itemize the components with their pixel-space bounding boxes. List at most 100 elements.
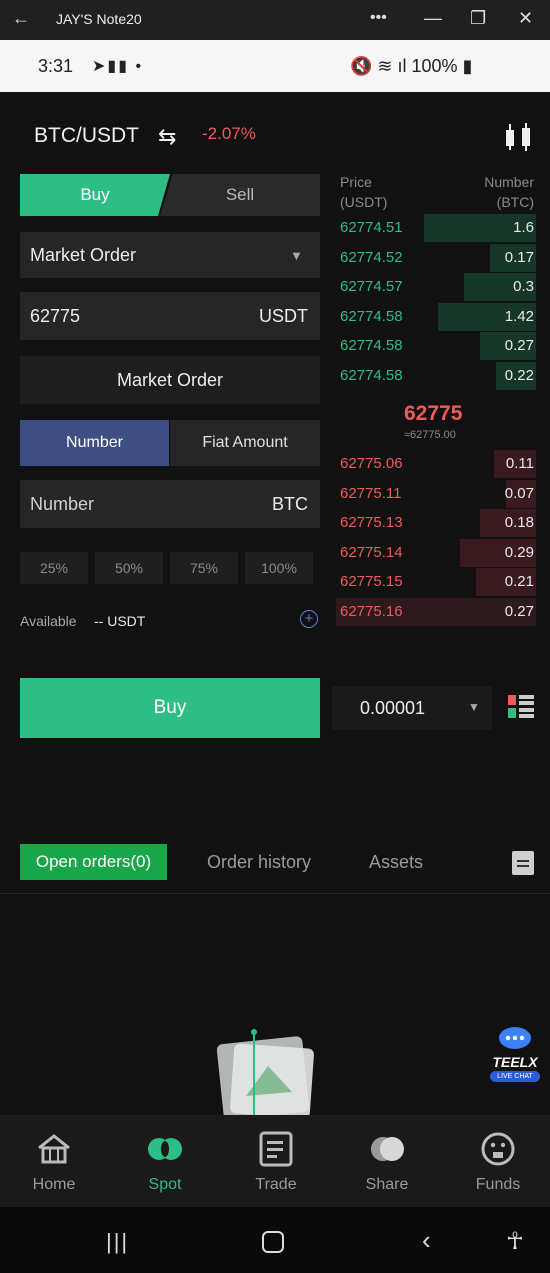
ask-price: 62775.15 <box>340 573 403 590</box>
document-icon[interactable] <box>512 851 534 875</box>
nav-funds[interactable]: Funds <box>448 1124 548 1204</box>
bid-price: 62774.57 <box>340 278 403 295</box>
chat-bubble-icon <box>499 1027 531 1049</box>
nav-trade-label: Trade <box>255 1176 297 1193</box>
market-order-label: Market Order <box>116 370 224 390</box>
nav-home-label: Home <box>32 1176 76 1193</box>
add-funds-icon[interactable]: + <box>300 610 318 628</box>
trade-icon <box>259 1131 293 1167</box>
candlestick-icon[interactable] <box>500 122 536 152</box>
ask-price: 62775.16 <box>340 603 403 620</box>
price-change: -2.07% <box>202 124 256 143</box>
home-system-icon[interactable] <box>262 1231 284 1253</box>
more-horizontal-icon[interactable]: ••• <box>370 9 387 27</box>
ask-number: 0.21 <box>504 573 534 590</box>
percent-25-button[interactable]: 25% <box>20 552 88 584</box>
ask-row[interactable]: 62775.15 0.21 <box>336 568 536 596</box>
last-price-equivalent: ≈62775.00 <box>404 429 456 441</box>
live-chat-widget[interactable]: TEELX LIVE CHAT <box>484 1026 546 1084</box>
accessibility-icon[interactable]: ☥ <box>506 1227 524 1256</box>
battery-percent: 100% <box>411 56 458 76</box>
nav-share-label: Share <box>365 1176 409 1193</box>
number-input[interactable]: Number BTC <box>20 480 320 528</box>
ask-price: 62775.11 <box>340 485 402 502</box>
bid-row[interactable]: 62774.58 0.27 <box>336 332 536 360</box>
orderbook-layout-icon[interactable] <box>508 695 534 719</box>
tab-fiat-label: Fiat Amount <box>202 434 288 451</box>
arrow-left-icon[interactable]: ← <box>12 8 30 29</box>
nav-share[interactable]: Share <box>337 1124 437 1204</box>
battery-icon: ▮ <box>457 56 473 76</box>
last-price: 62775 <box>404 402 463 425</box>
bid-price: 62774.58 <box>340 367 403 384</box>
ask-number: 0.11 <box>505 455 534 472</box>
tab-open-orders[interactable]: Open orders(0) <box>20 844 167 880</box>
quantity-step-select[interactable]: 0.00001 ▼ <box>332 686 492 730</box>
market-order-display: Market Order <box>20 356 320 404</box>
bid-number: 0.3 <box>513 278 534 295</box>
bid-row[interactable]: 62774.57 0.3 <box>336 273 536 301</box>
funds-icon <box>481 1132 515 1166</box>
nav-trade[interactable]: Trade <box>226 1124 326 1204</box>
trading-pair[interactable]: BTC/USDT <box>34 124 139 148</box>
sell-tab[interactable]: Sell <box>160 174 320 216</box>
bid-row[interactable]: 62774.58 0.22 <box>336 362 536 390</box>
empty-orders-illustration <box>216 1029 314 1116</box>
nav-spot[interactable]: Spot <box>115 1124 215 1204</box>
signal-icon: 🔇 ≋ ıl <box>350 56 412 76</box>
recent-apps-icon[interactable]: ||| <box>106 1229 129 1255</box>
chat-subtitle: LIVE CHAT <box>490 1071 540 1082</box>
number-placeholder: Number <box>30 494 95 514</box>
restore-icon[interactable]: ❐ <box>470 8 486 29</box>
chevron-down-icon: ▼ <box>290 248 303 263</box>
order-type-value: Market Order <box>30 245 137 265</box>
ask-row[interactable]: 62775.13 0.18 <box>336 509 536 537</box>
percent-75-button[interactable]: 75% <box>170 552 238 584</box>
ask-number: 0.27 <box>504 603 534 620</box>
ask-row[interactable]: 62775.14 0.29 <box>336 539 536 567</box>
price-input[interactable]: 62775 USDT <box>20 292 320 340</box>
order-type-select[interactable]: Market Order ▼ <box>20 232 320 278</box>
close-icon[interactable]: ✕ <box>518 8 533 29</box>
buy-tab-label: Buy <box>80 185 110 204</box>
ask-number: 0.29 <box>504 544 534 561</box>
window-titlebar: ← JAY'S Note20 ••• — ❐ ✕ <box>0 0 550 40</box>
nav-funds-label: Funds <box>475 1176 521 1193</box>
phone-status-bar: 3:31 ➤▮▮ • 🔇 ≋ ıl 100% ▮ <box>0 40 550 92</box>
home-icon <box>38 1134 70 1164</box>
bid-row[interactable]: 62774.52 0.17 <box>336 244 536 272</box>
tab-number[interactable]: Number <box>20 420 169 466</box>
bid-row[interactable]: 62774.58 1.42 <box>336 303 536 331</box>
ask-row[interactable]: 62775.11 0.07 <box>336 480 536 508</box>
bid-number: 1.42 <box>504 308 534 325</box>
bid-row[interactable]: 62774.51 1.6 <box>336 214 536 242</box>
bid-price: 62774.58 <box>340 337 403 354</box>
tab-assets[interactable]: Assets <box>369 852 423 873</box>
swap-icon[interactable]: ⇆ <box>158 124 176 150</box>
percent-100-button[interactable]: 100% <box>245 552 313 584</box>
buy-tab[interactable]: Buy <box>20 174 170 216</box>
tab-order-history[interactable]: Order history <box>207 852 311 873</box>
bid-price: 62774.52 <box>340 249 403 266</box>
number-header-unit: (BTC) <box>496 194 534 210</box>
open-orders-label: Open orders(0) <box>35 852 152 871</box>
tab-fiat-amount[interactable]: Fiat Amount <box>170 420 320 466</box>
price-unit: USDT <box>259 306 308 326</box>
bid-number: 0.27 <box>504 337 534 354</box>
minimize-icon[interactable]: — <box>424 8 442 29</box>
chat-brand: TEELX <box>492 1054 538 1070</box>
back-icon[interactable]: ‹ <box>422 1225 431 1256</box>
chevron-down-icon: ▼ <box>468 700 480 714</box>
ask-row[interactable]: 62775.16 0.27 <box>336 598 536 626</box>
available-value: -- USDT <box>94 613 146 629</box>
ask-number: 0.07 <box>504 485 534 502</box>
ask-row[interactable]: 62775.06 0.11 <box>336 450 536 478</box>
window-title: JAY'S Note20 <box>56 11 142 27</box>
ask-number: 0.18 <box>504 514 534 531</box>
share-icon <box>371 1137 404 1161</box>
percent-50-button[interactable]: 50% <box>95 552 163 584</box>
nav-home[interactable]: Home <box>4 1124 104 1204</box>
available-label: Available <box>20 613 77 629</box>
buy-submit-button[interactable]: Buy <box>20 678 320 738</box>
buy-button-label: Buy <box>153 697 187 718</box>
